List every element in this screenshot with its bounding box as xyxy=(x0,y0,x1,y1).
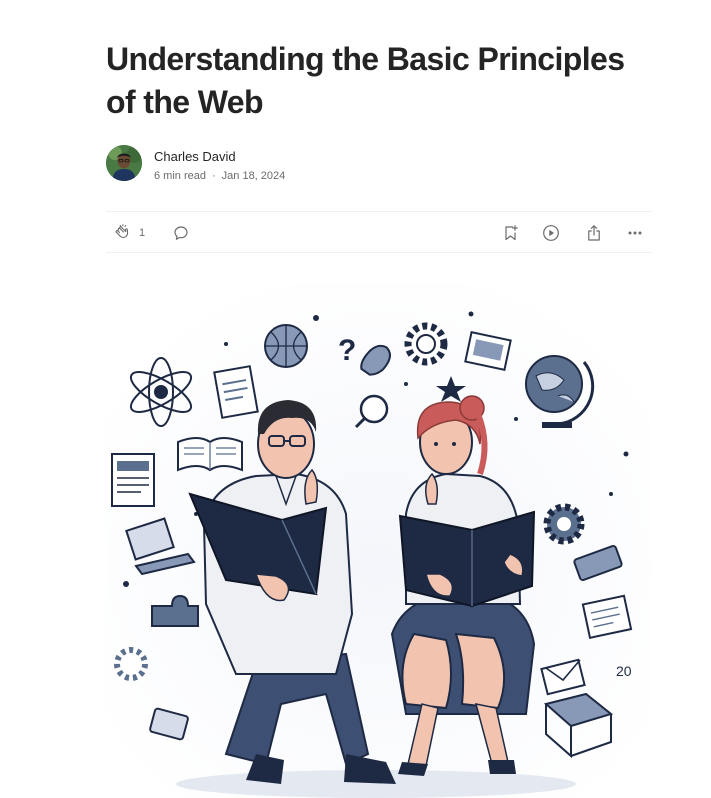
publish-date: Jan 18, 2024 xyxy=(221,170,286,182)
comment-button[interactable] xyxy=(172,223,190,243)
meta-separator: · xyxy=(211,170,216,182)
globe-icon xyxy=(264,324,308,368)
svg-text:?: ? xyxy=(338,334,356,367)
newspaper-icon xyxy=(111,453,155,507)
decor-number: 20 xyxy=(616,663,632,679)
article-action-bar: 1 xyxy=(106,211,651,253)
clap-button[interactable]: 1 xyxy=(114,223,145,243)
hero-illustration: ? 20 xyxy=(106,284,651,798)
save-button[interactable] xyxy=(502,223,520,243)
document-icon xyxy=(213,365,259,419)
bookmark-add-icon xyxy=(502,224,520,242)
comment-icon xyxy=(172,224,190,242)
author-name[interactable]: Charles David xyxy=(154,149,236,164)
share-button[interactable] xyxy=(585,223,603,243)
document-icon xyxy=(581,594,633,639)
gear-icon xyxy=(114,647,148,681)
gear-icon xyxy=(404,322,448,366)
share-icon xyxy=(585,224,603,242)
read-time: 6 min read xyxy=(154,170,206,182)
more-icon xyxy=(626,224,644,242)
avatar[interactable] xyxy=(106,145,142,181)
author-byline: Charles David 6 min read · Jan 18, 2024 xyxy=(106,145,651,185)
article-meta: 6 min read · Jan 18, 2024 xyxy=(154,170,285,182)
clap-count: 1 xyxy=(139,227,146,239)
clap-icon xyxy=(114,224,132,242)
open-book-icon xyxy=(177,437,243,472)
play-icon xyxy=(542,224,560,242)
gear-icon xyxy=(543,503,585,545)
listen-button[interactable] xyxy=(542,223,560,243)
more-button[interactable] xyxy=(626,223,644,243)
article-title: Understanding the Basic Principles of th… xyxy=(106,41,625,120)
